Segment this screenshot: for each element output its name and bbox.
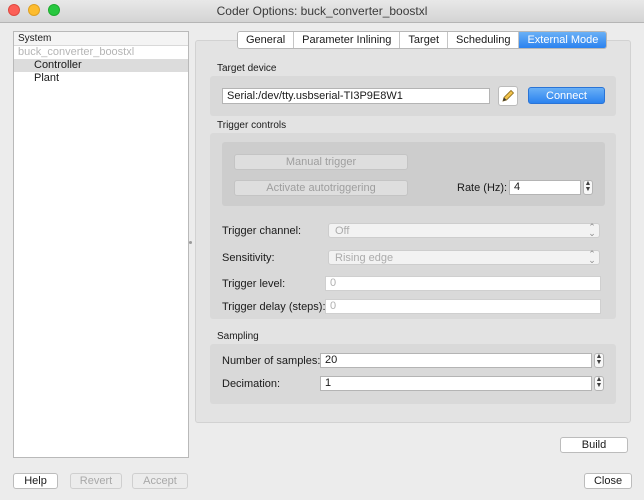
window-title: Coder Options: buck_converter_boostxl [216, 4, 428, 18]
help-button[interactable]: Help [13, 473, 58, 489]
tab-external-mode[interactable]: External Mode [519, 32, 607, 48]
tab-general[interactable]: General [238, 32, 295, 48]
close-button[interactable]: Close [584, 473, 632, 489]
updown-chevron-icon: ⌃ ⌄ [588, 249, 596, 265]
sensitivity-value: Rising edge [335, 252, 394, 264]
sampling-label: Sampling [217, 331, 259, 342]
number-of-samples-label: Number of samples: [222, 355, 321, 367]
title-bar: Coder Options: buck_converter_boostxl [0, 0, 644, 23]
pencil-icon [502, 89, 515, 102]
tree-item-controller[interactable]: Controller [14, 59, 188, 72]
tab-target[interactable]: Target [400, 32, 448, 48]
decimation-input[interactable] [320, 376, 592, 391]
tab-parameter-inlining[interactable]: Parameter Inlining [294, 32, 401, 48]
tab-bar: General Parameter Inlining Target Schedu… [237, 31, 608, 49]
decimation-label: Decimation: [222, 378, 281, 390]
tab-scheduling[interactable]: Scheduling [448, 32, 520, 48]
chevron-down-icon[interactable]: ▼ [595, 382, 603, 389]
trigger-channel-value: Off [335, 225, 350, 237]
coder-options-window: Coder Options: buck_converter_boostxl Sy… [0, 0, 644, 500]
trigger-controls-label: Trigger controls [217, 120, 287, 131]
updown-chevron-icon: ⌃ ⌄ [588, 222, 596, 238]
rate-input[interactable] [509, 180, 581, 195]
revert-button[interactable]: Revert [70, 473, 122, 489]
number-of-samples-input[interactable] [320, 353, 592, 368]
edit-device-button[interactable] [498, 86, 518, 106]
accept-button[interactable]: Accept [132, 473, 188, 489]
build-button[interactable]: Build [560, 437, 628, 453]
trigger-delay-label: Trigger delay (steps): [222, 301, 326, 313]
trigger-buttons-box [222, 142, 605, 206]
sensitivity-label: Sensitivity: [222, 252, 275, 264]
decimation-stepper[interactable]: ▲ ▼ [594, 376, 604, 391]
trigger-channel-label: Trigger channel: [222, 225, 302, 237]
target-device-input[interactable] [222, 88, 490, 104]
tree-header: System [14, 32, 188, 46]
system-tree[interactable]: System buck_converter_boostxl Controller… [13, 31, 189, 458]
rate-stepper[interactable]: ▲ ▼ [583, 180, 593, 195]
chevron-down-icon[interactable]: ▼ [595, 359, 603, 366]
target-device-label: Target device [217, 63, 277, 74]
trigger-delay-input[interactable] [325, 299, 601, 314]
rate-label: Rate (Hz): [457, 182, 508, 194]
activate-autotriggering-button[interactable]: Activate autotriggering [234, 180, 408, 196]
splitter-handle[interactable] [189, 241, 192, 244]
trigger-level-label: Trigger level: [222, 278, 286, 290]
tree-root-item[interactable]: buck_converter_boostxl [14, 46, 188, 59]
tree-item-plant[interactable]: Plant [14, 72, 188, 85]
samples-stepper[interactable]: ▲ ▼ [594, 353, 604, 368]
trigger-channel-select[interactable]: Off ⌃ ⌄ [328, 223, 600, 238]
sensitivity-select[interactable]: Rising edge ⌃ ⌄ [328, 250, 600, 265]
chevron-down-icon[interactable]: ▼ [584, 186, 592, 193]
trigger-level-input[interactable] [325, 276, 601, 291]
connect-button[interactable]: Connect [528, 87, 605, 104]
manual-trigger-button[interactable]: Manual trigger [234, 154, 408, 170]
